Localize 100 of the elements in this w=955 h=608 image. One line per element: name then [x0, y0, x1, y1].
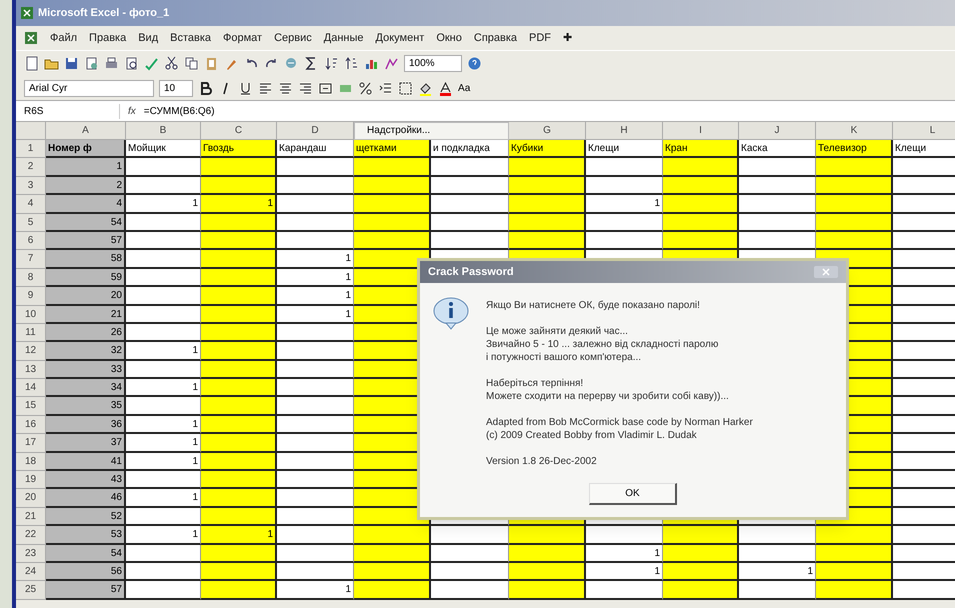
- borders-icon[interactable]: [398, 80, 413, 96]
- align-center-icon[interactable]: [278, 80, 293, 96]
- row-header[interactable]: 21: [16, 508, 46, 526]
- menu-item[interactable]: Документ: [376, 30, 424, 46]
- table-cell: [893, 306, 955, 324]
- row-header[interactable]: 15: [16, 397, 46, 416]
- sort-ascending-icon[interactable]: [324, 56, 339, 71]
- column-header[interactable]: D: [277, 122, 354, 140]
- size-field[interactable]: 10: [159, 80, 193, 96]
- row-header[interactable]: 1: [16, 140, 46, 158]
- row-header[interactable]: 10: [16, 306, 46, 324]
- table-cell: [893, 397, 955, 416]
- row-header[interactable]: 5: [16, 214, 46, 232]
- table-cell: [893, 214, 955, 232]
- formula-field[interactable]: =СУММ(B6:Q6): [144, 104, 215, 118]
- table-cell: [893, 562, 955, 582]
- column-header[interactable]: C: [201, 122, 277, 140]
- row-header[interactable]: 23: [16, 544, 46, 563]
- row-header[interactable]: 13: [16, 360, 46, 380]
- merge-icon[interactable]: [318, 80, 333, 96]
- menu-item[interactable]: Окно: [436, 30, 462, 46]
- indent-icon[interactable]: [378, 80, 393, 96]
- menu-item[interactable]: Данные: [324, 30, 364, 46]
- row-header[interactable]: 20: [16, 489, 46, 508]
- column-header[interactable]: K: [816, 122, 893, 140]
- clipboard-icon[interactable]: [204, 56, 219, 71]
- spreadsheet-icon: [24, 31, 38, 45]
- column-header[interactable]: H: [586, 122, 663, 140]
- table-cell: 1: [126, 342, 201, 361]
- table-cell: 36: [46, 416, 126, 434]
- column-title-cell: Мойщик: [126, 140, 201, 158]
- row-header[interactable]: 17: [16, 434, 46, 453]
- name-box[interactable]: R6S: [20, 104, 120, 118]
- row-header[interactable]: 18: [16, 452, 46, 472]
- table-cell: 58: [46, 250, 126, 269]
- help-icon[interactable]: [467, 56, 482, 71]
- table-cell: 59: [46, 268, 126, 288]
- table-cell: 33: [46, 360, 126, 380]
- menu-item[interactable]: Справка: [474, 30, 518, 46]
- font-field[interactable]: Arial Cyr: [24, 80, 154, 96]
- drawing-icon[interactable]: [384, 56, 399, 71]
- table-cell: 1: [126, 434, 201, 453]
- printer-icon[interactable]: [104, 56, 119, 71]
- column-header[interactable]: B: [126, 122, 201, 140]
- toolbar-label[interactable]: Аа: [458, 80, 470, 96]
- corner-cell[interactable]: [16, 122, 46, 140]
- column-header[interactable]: G: [509, 122, 586, 140]
- spreadsheet-icon: [20, 6, 34, 20]
- fill-color-icon[interactable]: [418, 80, 433, 96]
- scissors-icon[interactable]: [164, 56, 179, 71]
- table-cell: 35: [46, 397, 126, 416]
- column-header[interactable]: J: [739, 122, 816, 140]
- row-header[interactable]: 3: [16, 176, 46, 196]
- column-header[interactable]: A: [46, 122, 126, 140]
- column-title-cell: Клещи: [893, 140, 955, 158]
- menu-item[interactable]: Правка: [89, 30, 126, 46]
- align-right-icon[interactable]: [298, 80, 313, 96]
- menu-item[interactable]: Вставка: [170, 30, 212, 46]
- column-header[interactable]: I: [663, 122, 739, 140]
- row-header[interactable]: 6: [16, 232, 46, 250]
- menu-item[interactable]: Вид: [138, 30, 158, 46]
- row-header[interactable]: 12: [16, 342, 46, 361]
- bold-icon[interactable]: [198, 80, 213, 96]
- underline-icon[interactable]: [238, 80, 253, 96]
- align-left-icon[interactable]: [258, 80, 273, 96]
- row-header[interactable]: 7: [16, 250, 46, 269]
- table-cell: 1: [46, 158, 126, 177]
- zoom-field[interactable]: 100%: [404, 55, 462, 72]
- sort-descending-icon[interactable]: [344, 56, 359, 71]
- font-color-icon[interactable]: [438, 80, 453, 96]
- page-icon[interactable]: [84, 56, 99, 71]
- preview-icon[interactable]: [124, 56, 139, 71]
- row-header[interactable]: 16: [16, 416, 46, 434]
- floating-toolbar[interactable]: Надстройки...: [354, 122, 509, 140]
- ok-button[interactable]: OK: [589, 483, 677, 505]
- menu-item[interactable]: Файл: [50, 30, 78, 46]
- table-cell: 2: [46, 176, 126, 196]
- row-header[interactable]: 8: [16, 268, 46, 288]
- row-header[interactable]: 4: [16, 195, 46, 214]
- menu-item[interactable]: ✚: [563, 30, 572, 46]
- dialog-text: і потужності вашого комп'ютера...: [486, 351, 642, 364]
- table-cell: [893, 544, 955, 563]
- percent-icon[interactable]: [358, 80, 373, 96]
- document-icon[interactable]: [24, 56, 39, 71]
- row-header[interactable]: 14: [16, 379, 46, 398]
- table-cell: 1: [586, 195, 663, 214]
- menu-item[interactable]: PDF: [529, 30, 552, 46]
- menu-item[interactable]: Сервис: [274, 30, 312, 46]
- copy-icon[interactable]: [184, 56, 199, 71]
- row-header[interactable]: 25: [16, 581, 46, 600]
- row-header[interactable]: 22: [16, 526, 46, 545]
- row-header[interactable]: 24: [16, 562, 46, 582]
- row-header[interactable]: 9: [16, 287, 46, 306]
- table-cell: 41: [46, 452, 126, 472]
- menu-item[interactable]: Формат: [223, 30, 262, 46]
- row-header[interactable]: 2: [16, 158, 46, 177]
- row-header[interactable]: 11: [16, 324, 46, 342]
- column-header[interactable]: L: [893, 122, 955, 140]
- row-header[interactable]: 19: [16, 471, 46, 490]
- table-cell: [893, 452, 955, 472]
